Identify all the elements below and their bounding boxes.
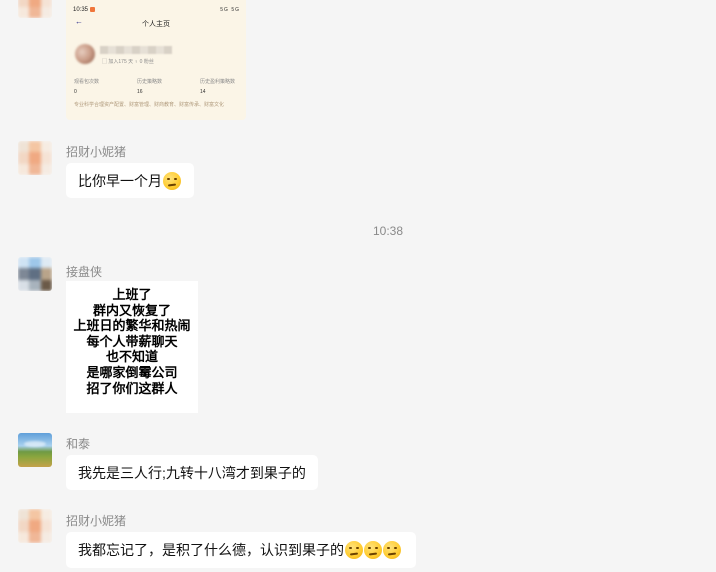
stat-label: 历史策略数: [137, 79, 163, 85]
message-bubble[interactable]: 我都忘记了，是积了什么德，认识到果子的: [66, 532, 416, 568]
avatar[interactable]: [18, 257, 52, 291]
sender-name[interactable]: 招财小妮猪: [66, 512, 126, 529]
status-time: 10:35: [73, 7, 96, 13]
message-text: 我先是三人行;九转十八湾才到果子的: [78, 465, 306, 481]
image-message[interactable]: 上班了 群内又恢复了 上班日的繁华和热闹 每个人带薪聊天 也不知道 是哪家倒霉公…: [66, 281, 198, 413]
stat-value: 16: [137, 89, 143, 95]
image-text-line: 也不知道: [105, 350, 158, 366]
sender-name[interactable]: 招财小妮猪: [66, 143, 126, 160]
profile-avatar: [75, 44, 95, 64]
avatar[interactable]: [18, 433, 52, 467]
profile-tags: 专业科学合理资产配置、财富管理、财商教育、财富传承、财富文化: [74, 102, 225, 108]
thinking-face-emoji-icon: [383, 541, 401, 559]
status-signal: 5G 5G: [220, 7, 240, 13]
avatar[interactable]: [18, 0, 52, 18]
stat-label: 历史盈利策略数: [200, 79, 236, 85]
avatar[interactable]: [18, 141, 52, 175]
profile-page-title: 个人主页: [142, 21, 170, 28]
sender-name[interactable]: 和泰: [66, 435, 90, 452]
message-timestamp: 10:38: [372, 224, 404, 238]
stat-item: 历史策略数 16: [137, 78, 162, 95]
thinking-face-emoji-icon: [364, 541, 382, 559]
message-text: 比你早一个月: [78, 173, 162, 189]
image-text-line: 上班了: [112, 288, 152, 303]
image-text-line: 是哪家倒霉公司: [86, 365, 178, 381]
stat-label: 观看包次数: [74, 79, 100, 85]
profile-name-redacted: [100, 46, 172, 54]
profile-meta: ▢ 加入175 天 ♀ 0 粉丝: [102, 59, 154, 65]
screenshot-image-message[interactable]: 10:35 5G 5G ← 个人主页 ▢ 加入175 天 ♀ 0 粉丝 观看包次…: [66, 0, 246, 120]
image-text-line: 每个人带薪聊天: [86, 334, 178, 350]
avatar[interactable]: [18, 509, 52, 543]
image-text-line: 招了你们这群人: [86, 381, 178, 397]
thinking-face-emoji-icon: [163, 172, 181, 190]
stat-item: 观看包次数 0: [74, 78, 99, 95]
image-text-line: 群内又恢复了: [92, 303, 171, 319]
sender-name[interactable]: 接盘侠: [66, 263, 102, 280]
message-bubble[interactable]: 比你早一个月: [66, 163, 194, 198]
stat-value: 0: [74, 89, 77, 95]
record-icon: [90, 7, 96, 12]
message-bubble[interactable]: 我先是三人行;九转十八湾才到果子的: [66, 455, 318, 490]
message-text: 我都忘记了，是积了什么德，认识到果子的: [78, 542, 344, 558]
stat-item: 历史盈利策略数 14: [200, 78, 235, 95]
image-text-line: 上班日的繁华和热闹: [73, 319, 191, 335]
stat-value: 14: [200, 89, 206, 95]
chat-window: 10:35 5G 5G ← 个人主页 ▢ 加入175 天 ♀ 0 粉丝 观看包次…: [0, 0, 716, 572]
thinking-face-emoji-icon: [345, 541, 363, 559]
